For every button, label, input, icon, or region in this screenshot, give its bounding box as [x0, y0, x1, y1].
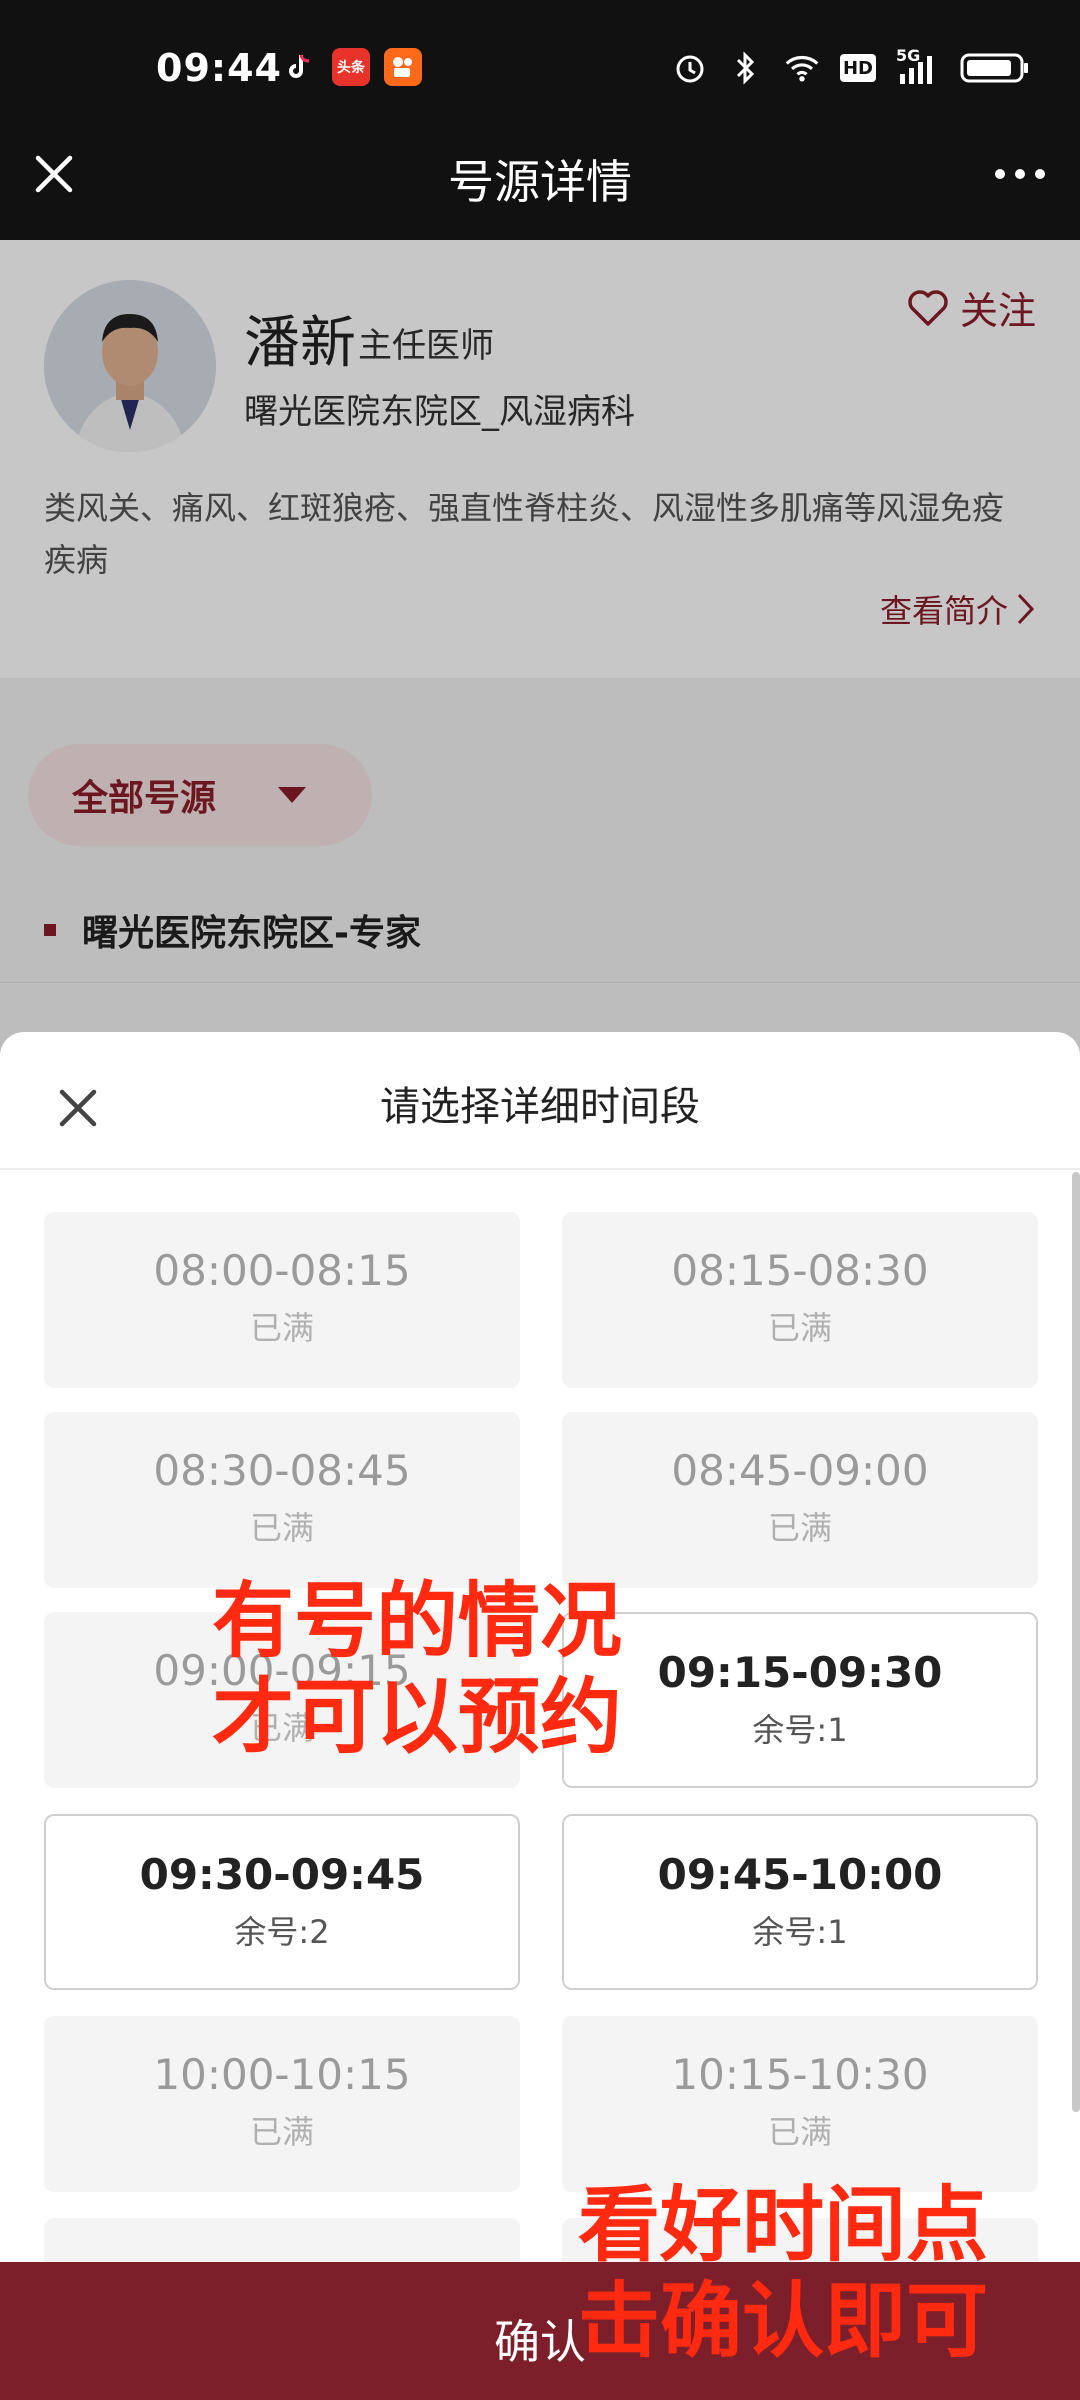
time-slot: 08:00-08:15 已满: [44, 1212, 520, 1388]
slot-status: 已满: [249, 1509, 314, 1547]
divider: [0, 1168, 1080, 1170]
slot-time: 08:45-09:00: [671, 1446, 929, 1495]
annotation-line: 看好时间点: [578, 2178, 989, 2273]
title-bar: 号源详情: [0, 118, 1080, 240]
time-slot-available[interactable]: 09:30-09:45 余号:2: [44, 1814, 520, 1990]
slot-time: 09:45-10:00: [657, 1850, 943, 1899]
annotation-line: 击确认即可: [578, 2274, 989, 2369]
status-icons: HD 5G: [672, 46, 1030, 86]
slot-time: 10:00-10:15: [153, 2050, 411, 2099]
sheet-title: 请选择详细时间段: [380, 1084, 700, 1130]
bluetooth-icon: [728, 50, 764, 86]
slot-status: 已满: [249, 1309, 314, 1347]
slot-time: 08:30-08:45: [153, 1446, 411, 1495]
hd-icon: HD: [840, 54, 876, 82]
annotation-line: 有号的情况: [212, 1574, 623, 1669]
time-slot: 10:00-10:15 已满: [44, 2016, 520, 2192]
slot-status: 已满: [249, 2113, 314, 2151]
scrollbar[interactable]: [1072, 1172, 1080, 2112]
more-icon[interactable]: [990, 148, 1050, 200]
time-slot-available[interactable]: 09:15-09:30 余号:1: [562, 1612, 1038, 1788]
wifi-icon: [784, 50, 820, 86]
slot-status: 余号:1: [752, 1711, 848, 1749]
time-slot-available[interactable]: 09:45-10:00 余号:1: [562, 1814, 1038, 1990]
slot-status: 已满: [767, 1509, 832, 1547]
slot-time: 08:15-08:30: [671, 1246, 929, 1295]
tiktok-icon: [280, 48, 318, 86]
time-slot: 08:15-08:30 已满: [562, 1212, 1038, 1388]
time-slot: 10:15-10:30 已满: [562, 2016, 1038, 2192]
page-title: 号源详情: [448, 155, 632, 209]
annotation-note: 看好时间点 击确认即可: [578, 2178, 988, 2370]
status-time: 09:44: [156, 46, 282, 90]
slot-status: 已满: [767, 1309, 832, 1347]
slot-time: 10:15-10:30: [671, 2050, 929, 2099]
annotation-note: 有号的情况 才可以预约: [212, 1574, 622, 1766]
confirm-label: 确认: [494, 2315, 586, 2369]
slot-status: 余号:1: [752, 1913, 848, 1951]
kuaishou-icon: [384, 48, 422, 86]
toutiao-icon: 头条: [332, 48, 370, 86]
alarm-icon: [672, 50, 708, 86]
signal-5g-icon: 5G: [896, 46, 940, 86]
slot-time: 08:00-08:15: [153, 1246, 411, 1295]
slot-status: 已满: [767, 2113, 832, 2151]
annotation-line: 才可以预约: [212, 1670, 623, 1765]
time-slot: 08:30-08:45 已满: [44, 1412, 520, 1588]
slot-status: 余号:2: [234, 1913, 330, 1951]
slot-time: 09:30-09:45: [139, 1850, 425, 1899]
time-slot: 08:45-09:00 已满: [562, 1412, 1038, 1588]
slot-time: 09:15-09:30: [657, 1648, 943, 1697]
battery-icon: [960, 50, 1030, 86]
